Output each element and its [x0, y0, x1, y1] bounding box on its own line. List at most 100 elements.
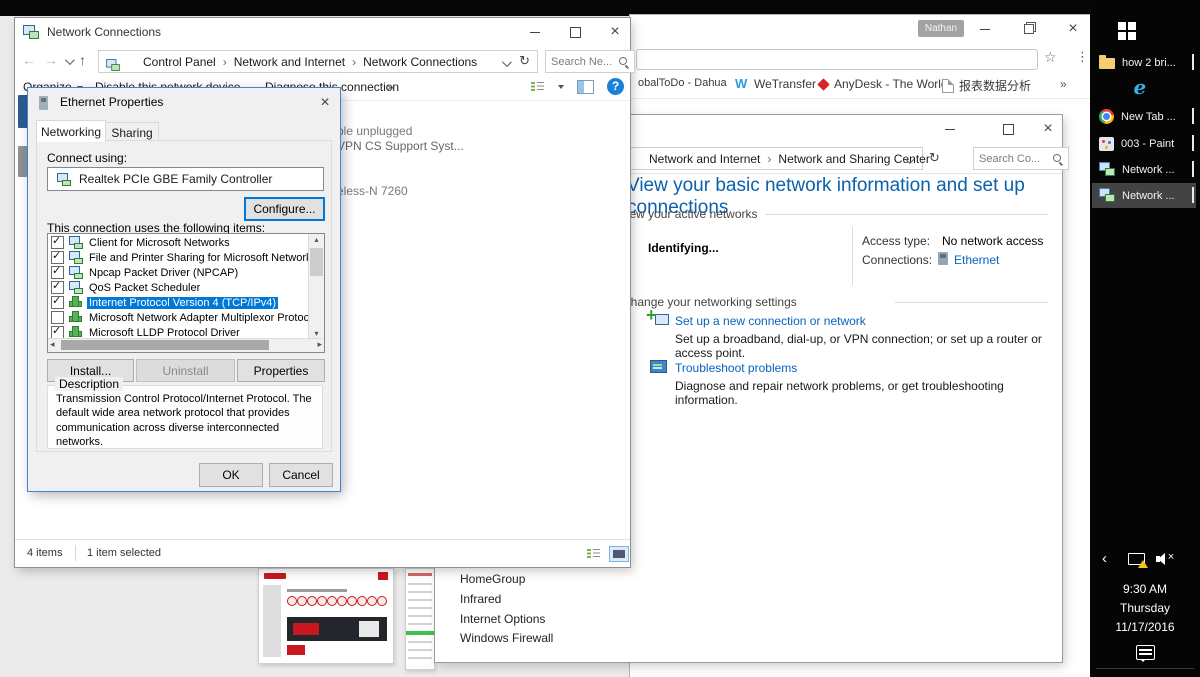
search-input[interactable]: Search Ne... [545, 50, 635, 73]
item-icon [68, 251, 83, 264]
profile-badge[interactable]: Nathan [918, 20, 964, 37]
ethernet-icon [938, 252, 948, 265]
maximize-button[interactable] [993, 115, 1023, 143]
checkbox[interactable] [51, 251, 64, 264]
checkbox[interactable] [51, 296, 64, 309]
see-also-windows-firewall[interactable]: Windows Firewall [460, 631, 553, 645]
taskbar-item-folder[interactable]: how 2 bri... [1092, 50, 1196, 75]
toolbar-overflow-button[interactable]: » [387, 80, 394, 94]
system-tray: ‹ × [1090, 550, 1200, 572]
connection-items-list[interactable]: Client for Microsoft Networks File and P… [47, 233, 325, 353]
anydesk-icon [817, 78, 829, 90]
list-item[interactable]: File and Printer Sharing for Microsoft N… [48, 250, 309, 265]
ethernet-properties-dialog: Ethernet Properties Networking Sharing C… [28, 88, 340, 491]
chevron-down-icon[interactable] [558, 85, 564, 89]
restore-button[interactable] [1014, 15, 1044, 43]
taskbar: how 2 bri... New Tab ... 003 - Paint Net… [1090, 0, 1200, 677]
clock-day[interactable]: Thursday [1090, 601, 1200, 615]
list-item[interactable]: Client for Microsoft Networks [48, 235, 309, 250]
help-icon[interactable] [607, 78, 624, 95]
bookmarks-overflow-button[interactable]: » [1060, 77, 1067, 91]
bookmark-star-icon[interactable]: ☆ [1044, 49, 1057, 66]
large-icons-view-icon[interactable] [609, 546, 629, 562]
checkbox[interactable] [51, 281, 64, 294]
access-type-label: Access type: [862, 234, 930, 248]
breadcrumb-segment[interactable]: Network Connections [345, 55, 477, 69]
close-button[interactable] [600, 18, 630, 46]
checkbox[interactable] [51, 266, 64, 279]
taskbar-item-paint[interactable]: 003 - Paint [1092, 131, 1196, 156]
see-also-infrared[interactable]: Infrared [460, 592, 501, 606]
browser-address-bar: ☆ ⋮ [630, 45, 1090, 72]
minimize-button[interactable] [970, 15, 1000, 43]
volume-muted-icon[interactable]: × [1156, 552, 1176, 566]
cancel-button[interactable]: Cancel [269, 463, 333, 487]
breadcrumb-segment[interactable]: Network and Internet [649, 152, 760, 166]
clock-date[interactable]: 11/17/2016 [1090, 620, 1200, 634]
details-view-icon[interactable] [587, 548, 601, 559]
nc-titlebar: Network Connections [15, 18, 630, 46]
ok-button[interactable]: OK [199, 463, 263, 487]
preview-pane-icon[interactable] [577, 80, 594, 94]
bookmark-item[interactable]: AnyDesk - The World [818, 77, 948, 91]
paint-icon [1099, 137, 1114, 151]
list-item[interactable]: Microsoft Network Adapter Multiplexor Pr… [48, 310, 309, 325]
network-connections-icon [23, 25, 39, 39]
minimize-button[interactable] [520, 18, 550, 46]
see-also-internet-options[interactable]: Internet Options [460, 612, 545, 626]
setup-connection-link[interactable]: Set up a new connection or network [675, 314, 866, 328]
start-button[interactable] [1118, 22, 1136, 40]
item-icon [68, 296, 83, 309]
search-input[interactable]: Search Co... [973, 147, 1069, 170]
close-button[interactable] [310, 88, 340, 117]
checkbox[interactable] [51, 236, 64, 249]
address-dropdown-icon[interactable] [502, 57, 512, 67]
taskbar-item-network-sharing[interactable]: Network ... [1092, 183, 1196, 208]
recent-locations-icon[interactable] [65, 55, 75, 65]
minimize-button[interactable] [935, 115, 965, 143]
troubleshoot-link[interactable]: Troubleshoot problems [675, 361, 797, 375]
url-input[interactable] [636, 49, 1038, 70]
clock-time[interactable]: 9:30 AM [1090, 582, 1200, 596]
description-box: Transmission Control Protocol/Internet P… [47, 385, 323, 449]
menu-kebab-icon[interactable]: ⋮ [1076, 49, 1089, 65]
desktop-thumbnail-webpage [258, 568, 394, 664]
close-button[interactable] [1033, 115, 1063, 143]
refresh-icon[interactable]: ↻ [929, 150, 940, 166]
maximize-button[interactable] [560, 18, 590, 46]
troubleshoot-icon [648, 359, 670, 377]
close-button[interactable] [1058, 15, 1088, 43]
taskbar-item-ie[interactable] [1092, 77, 1196, 102]
breadcrumb[interactable]: Control Panel Network and Internet Netwo… [98, 50, 538, 73]
hidden-icons-chevron[interactable]: ‹ [1102, 550, 1107, 567]
list-item[interactable]: Npcap Packet Driver (NPCAP) [48, 265, 309, 280]
vertical-scrollbar[interactable]: ▴▾ [308, 234, 324, 339]
breadcrumb-segment[interactable]: Network and Internet [216, 55, 345, 69]
checkbox[interactable] [51, 311, 64, 324]
access-type-value: No network access [942, 234, 1043, 248]
properties-button[interactable]: Properties [237, 359, 325, 382]
bookmark-item[interactable]: WeTransfer [735, 77, 816, 91]
configure-button[interactable]: Configure... [244, 197, 325, 221]
view-options-icon[interactable] [531, 81, 545, 92]
up-icon[interactable]: ↑ [79, 51, 86, 69]
list-item[interactable]: QoS Packet Scheduler [48, 280, 309, 295]
breadcrumb[interactable]: Network and Internet Network and Sharing… [613, 147, 923, 170]
bookmark-item[interactable]: 报表数据分析 [942, 77, 1031, 94]
breadcrumb-segment[interactable]: Control Panel [143, 55, 216, 69]
horizontal-scrollbar[interactable]: ◂▸ [48, 338, 324, 352]
network-warning-icon[interactable] [1128, 553, 1145, 565]
action-center-icon[interactable] [1136, 645, 1155, 660]
ethernet-link[interactable]: Ethernet [954, 253, 999, 267]
bookmark-item[interactable]: obalToDo - Dahua [638, 77, 727, 89]
see-also-homegroup[interactable]: HomeGroup [460, 572, 525, 586]
list-item-selected[interactable]: Internet Protocol Version 4 (TCP/IPv4) [48, 295, 309, 310]
taskbar-item-network-connections[interactable]: Network ... [1092, 157, 1196, 182]
taskbar-item-chrome[interactable]: New Tab ... [1092, 104, 1196, 129]
back-icon[interactable]: ← [22, 51, 36, 69]
tab-networking[interactable]: Networking [36, 120, 106, 142]
nc-status-bar: 4 items 1 item selected [15, 539, 630, 567]
forward-icon[interactable]: → [44, 51, 58, 69]
uninstall-button[interactable]: Uninstall [136, 359, 235, 382]
refresh-icon[interactable]: ↻ [519, 53, 530, 69]
